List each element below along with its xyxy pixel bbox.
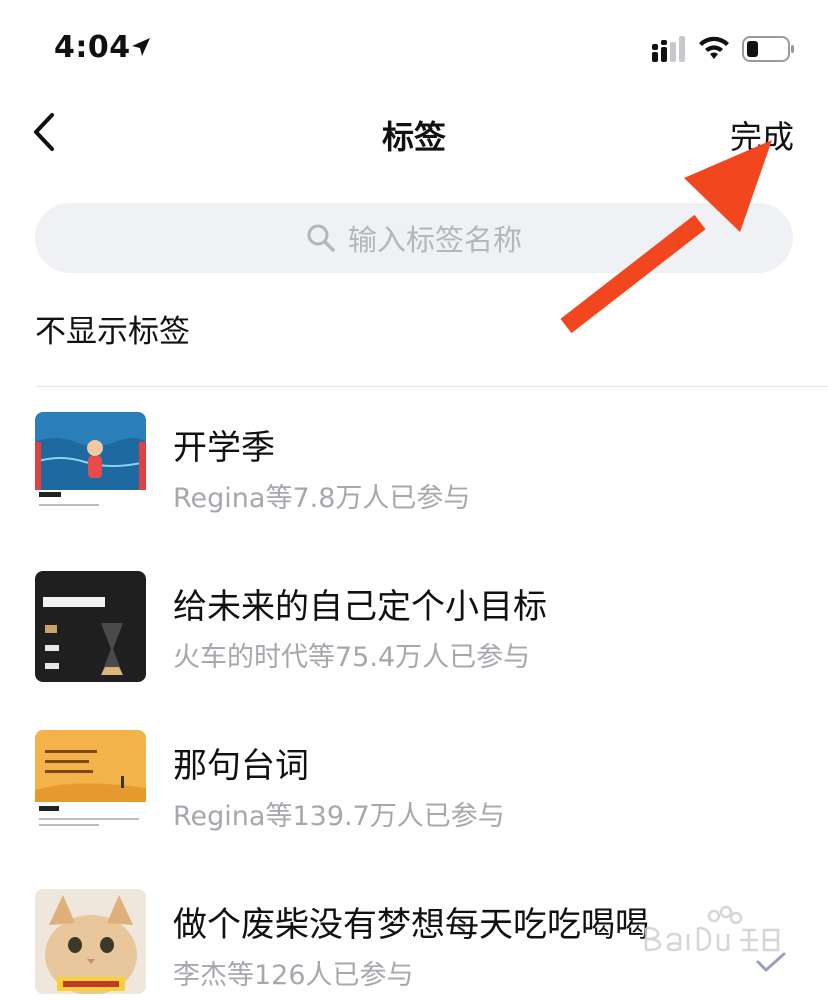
watermark-logo — [644, 905, 786, 973]
annotation-arrow-icon — [560, 140, 772, 334]
